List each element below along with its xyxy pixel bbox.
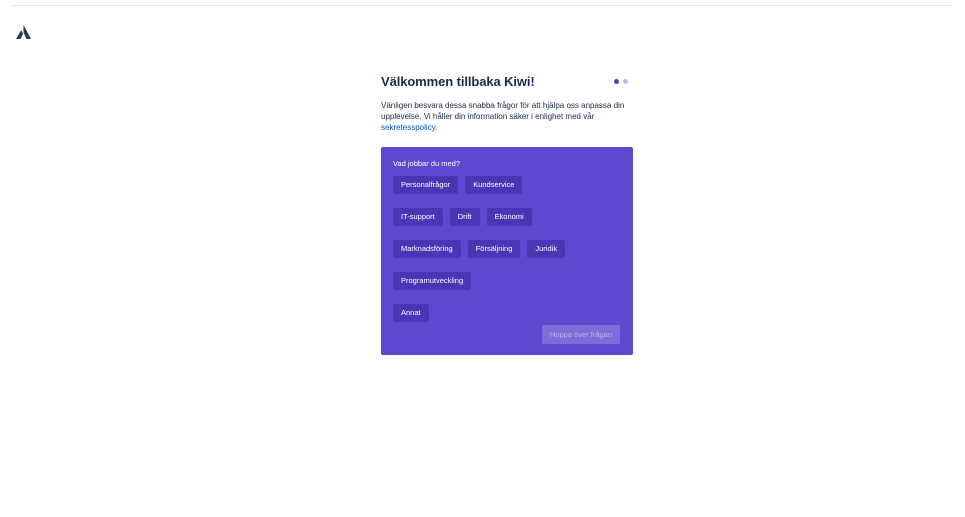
progress-dot-2 — [623, 78, 628, 84]
panel-header: Välkommen tillbaka Kiwi! — [381, 70, 633, 92]
progress-dots — [614, 78, 628, 84]
role-option-forsaljning[interactable]: Försäljning — [467, 240, 521, 258]
privacy-policy-link[interactable]: sekretesspolicy — [381, 123, 435, 132]
intro-text-before: Vänligen besvara dessa snabba frågor för… — [381, 101, 625, 121]
role-option-juridik[interactable]: Juridik — [527, 240, 566, 258]
role-option-annat[interactable]: Annat — [393, 304, 429, 322]
role-option-drift[interactable]: Drift — [449, 208, 480, 226]
role-options: Personalfrågor Kundservice IT-support Dr… — [393, 176, 615, 322]
role-option-it-support[interactable]: IT-support — [393, 208, 443, 226]
role-option-marknadsforing[interactable]: Marknadsföring — [393, 240, 461, 258]
top-divider — [12, 5, 953, 6]
progress-dot-1 — [614, 78, 619, 84]
question-card: Vad jobbar du med? Personalfrågor Kundse… — [381, 147, 633, 355]
page-title: Välkommen tillbaka Kiwi! — [381, 73, 535, 89]
intro-text: Vänligen besvara dessa snabba frågor för… — [381, 100, 633, 133]
onboarding-panel: Välkommen tillbaka Kiwi! Vänligen besvar… — [381, 70, 633, 355]
role-option-personalfragor[interactable]: Personalfrågor — [393, 176, 459, 194]
skip-question-button[interactable]: Hoppa över frågan — [541, 325, 620, 344]
role-option-programutveckling[interactable]: Programutveckling — [393, 272, 472, 290]
role-option-kundservice[interactable]: Kundservice — [465, 176, 523, 194]
atlassian-logo-icon[interactable] — [16, 25, 31, 39]
question-label: Vad jobbar du med? — [393, 159, 460, 168]
intro-text-after: . — [435, 123, 438, 132]
role-option-ekonomi[interactable]: Ekonomi — [486, 208, 532, 226]
